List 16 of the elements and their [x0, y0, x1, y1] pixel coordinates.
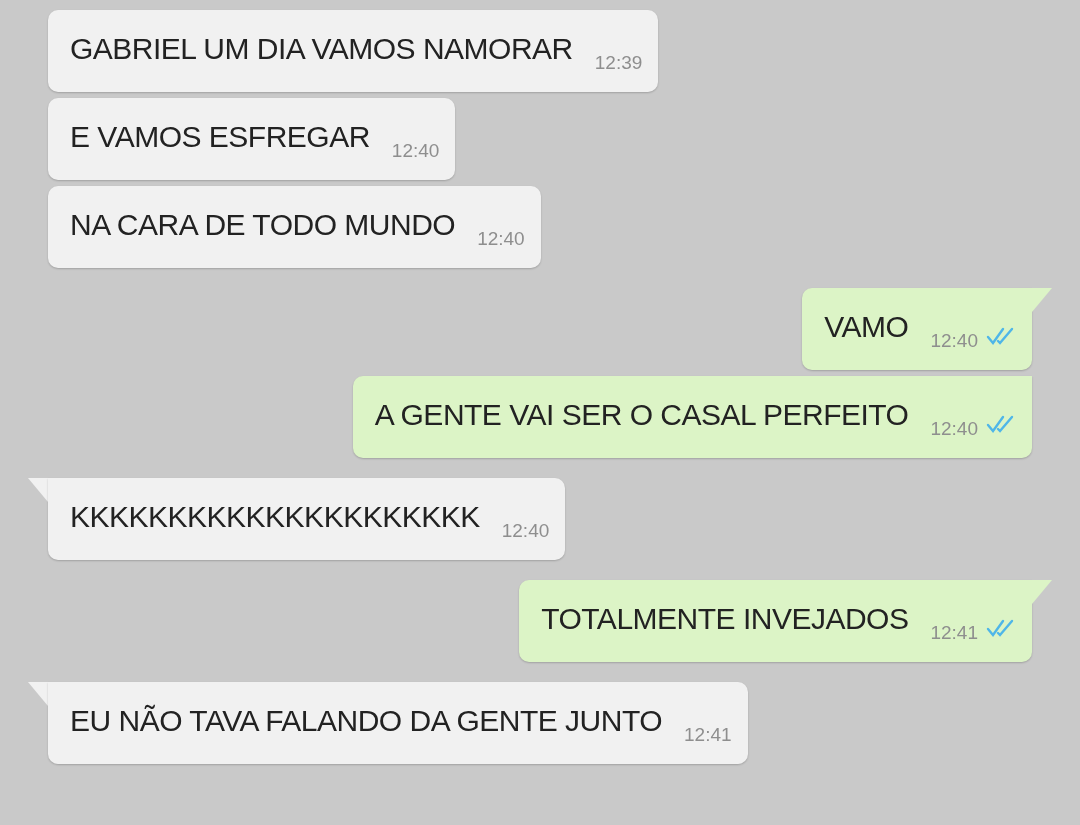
- message-time: 12:40: [930, 331, 978, 350]
- message-text: TOTALMENTE INVEJADOS: [541, 604, 909, 634]
- message-text: GABRIEL UM DIA VAMOS NAMORAR: [70, 34, 573, 64]
- message-time: 12:40: [930, 419, 978, 438]
- message-text: E VAMOS ESFREGAR: [70, 122, 370, 152]
- message-text: KKKKKKKKKKKKKKKKKKKKK: [70, 502, 480, 532]
- message-time: 12:41: [684, 725, 732, 744]
- message-time: 12:41: [930, 623, 978, 642]
- message-text: NA CARA DE TODO MUNDO: [70, 210, 456, 240]
- message-text: EU NÃO TAVA FALANDO DA GENTE JUNTO: [70, 706, 663, 736]
- message-time: 12:39: [594, 53, 643, 72]
- message-text: VAMO: [824, 312, 909, 342]
- message-text: A GENTE VAI SER O CASAL PERFEITO: [374, 400, 909, 430]
- message-time: 12:40: [501, 521, 550, 540]
- message-time: 12:40: [477, 229, 525, 248]
- message-time: 12:40: [391, 141, 440, 160]
